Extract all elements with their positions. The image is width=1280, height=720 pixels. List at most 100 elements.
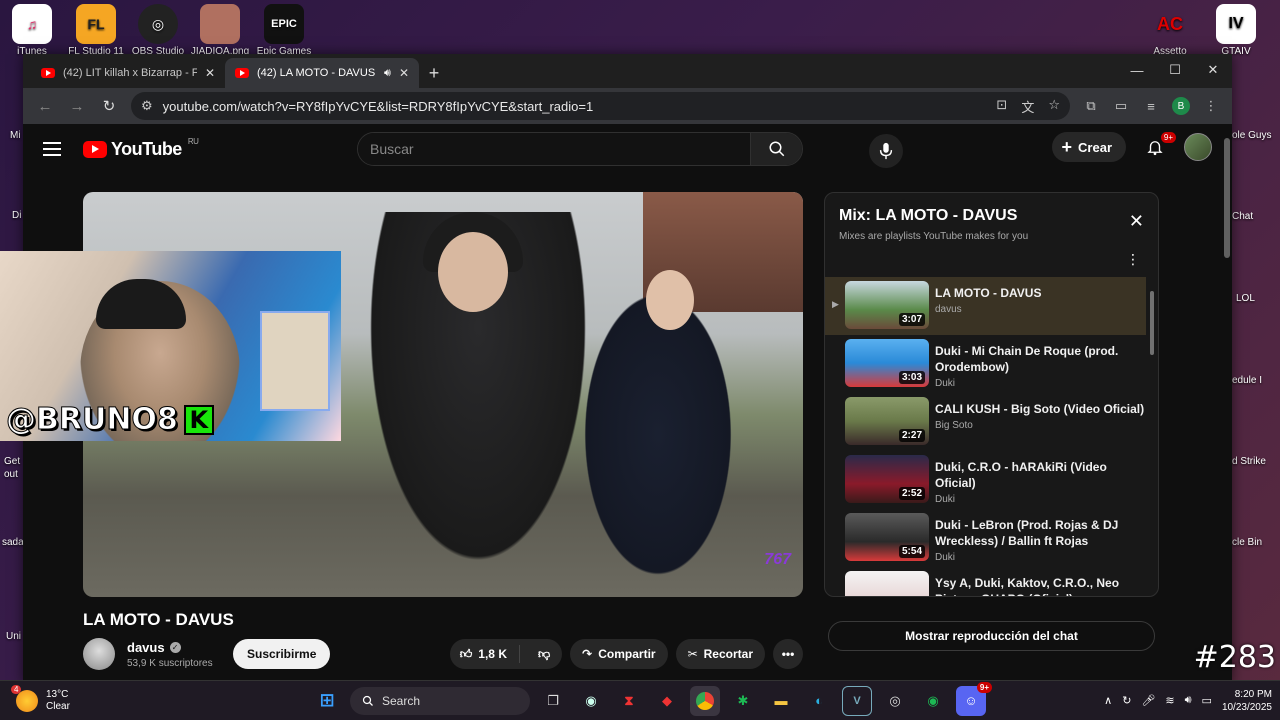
notifications-button[interactable]: 9+ — [1140, 132, 1176, 162]
url-text: youtube.com/watch?v=RY8fIpYvCYE&list=RDR… — [162, 98, 594, 114]
minimize-button[interactable]: — — [1118, 54, 1156, 86]
address-bar[interactable]: ⚙ youtube.com/watch?v=RY8fIpYvCYE&list=R… — [131, 92, 1070, 120]
stream-counter: #283 — [1193, 640, 1276, 675]
game-launcher-icon[interactable]: ⧗ — [614, 686, 644, 716]
vegas-icon[interactable]: V — [842, 685, 872, 716]
share-label: Compartir — [598, 647, 656, 661]
steam-icon[interactable]: ◉ — [576, 686, 606, 716]
site-info-icon[interactable]: ⚙ — [141, 98, 153, 114]
page-scrollbar[interactable] — [1224, 138, 1230, 258]
browser-tab-la-moto[interactable]: (42) LA MOTO - DAVUS - Yo 🔊︎ ✕ — [225, 58, 419, 88]
account-avatar[interactable] — [1184, 133, 1212, 161]
streamer-handle: @BRUNO8 — [6, 402, 179, 438]
extensions-icon[interactable]: ⧉ — [1078, 93, 1104, 119]
mix-header: Mix: LA MOTO - DAVUS Mixes are playlists… — [825, 193, 1158, 275]
youtube-header: YouTube RU + Crear 9+ — [23, 124, 1232, 174]
weather-alert-badge: 4 — [11, 684, 22, 694]
wifi-icon[interactable]: ≋ — [1165, 694, 1174, 707]
fl-studio-icon: FL — [76, 4, 116, 44]
mix-item[interactable]: 5:54 Duki - LeBron (Prod. Rojas & DJ Wre… — [825, 509, 1146, 567]
profile-avatar: B — [1172, 97, 1190, 115]
browser-menu-icon[interactable]: ⋮ — [1198, 93, 1224, 119]
mix-scrollbar-thumb[interactable] — [1150, 291, 1154, 355]
channel-avatar[interactable] — [83, 638, 115, 670]
browser-tab-lit-killah[interactable]: (42) LIT killah x Bizarrap - Flexin ✕ — [31, 58, 225, 88]
voice-search-button[interactable] — [869, 134, 903, 168]
discord-icon[interactable]: ☺ 9+ — [956, 681, 992, 716]
desktop-icon-itunes[interactable]: ♫ iTunes — [2, 4, 62, 57]
mix-item[interactable]: Ysy A, Duki, Kaktov, C.R.O., Neo Pistea … — [825, 567, 1146, 596]
mix-item[interactable]: ▶ 3:07 LA MOTO - DAVUS davus — [825, 277, 1146, 335]
back-button[interactable]: ← — [31, 92, 59, 120]
obs-taskbar-icon[interactable]: ◎ — [880, 686, 910, 716]
verified-check-icon: ✓ — [169, 641, 181, 653]
search-input[interactable] — [358, 133, 750, 165]
forward-button[interactable]: → — [63, 92, 91, 120]
translate-icon[interactable]: 文 — [1021, 97, 1034, 116]
close-window-button[interactable]: ✕ — [1194, 54, 1232, 86]
reload-button[interactable]: ↻ — [95, 92, 123, 120]
red-app-icon[interactable]: ◆ — [652, 686, 682, 716]
mix-item-title: CALI KUSH - Big Soto (Video Oficial) — [935, 402, 1145, 416]
region-code: RU — [187, 136, 199, 146]
channel-name[interactable]: davus — [127, 640, 165, 655]
sync-icon[interactable]: ↻ — [1122, 694, 1131, 707]
mix-item[interactable]: 3:03 Duki - Mi Chain De Roque (prod. Oro… — [825, 335, 1146, 393]
bookmark-star-icon[interactable]: ☆ — [1048, 97, 1060, 116]
spotify-icon[interactable]: ◉ — [918, 686, 948, 716]
close-tab-icon[interactable]: ✕ — [399, 66, 409, 80]
task-view-icon[interactable]: ❐ — [538, 686, 568, 716]
youtube-favicon-icon — [41, 68, 55, 78]
create-button[interactable]: + Crear — [1051, 132, 1126, 162]
chrome-icon[interactable] — [690, 685, 720, 716]
discord-badge: 9+ — [976, 681, 992, 693]
desktop-icon-image-file[interactable]: JIADIOA.png — [190, 4, 250, 57]
tray-overflow-icon[interactable]: ∧ — [1104, 694, 1112, 707]
search-button[interactable] — [750, 133, 802, 165]
profile-button[interactable]: B — [1168, 93, 1194, 119]
desktop-right-label: cle Bin — [1232, 537, 1263, 548]
clip-button[interactable]: ✂ Recortar — [675, 639, 765, 669]
close-mix-icon[interactable]: ✕ — [1129, 211, 1144, 232]
mix-item[interactable]: 2:27 CALI KUSH - Big Soto (Video Oficial… — [825, 393, 1146, 451]
install-app-icon[interactable]: ⊡ — [996, 97, 1007, 116]
search-icon — [362, 695, 373, 706]
desktop-left-label: Uni — [6, 631, 22, 642]
mix-item-title: LA MOTO - DAVUS — [935, 286, 1042, 300]
file-explorer-icon[interactable]: ▬ — [766, 686, 796, 716]
desktop-icon-obs[interactable]: ◎ OBS Studio — [128, 4, 188, 57]
show-chat-replay-button[interactable]: Mostrar reproducción del chat — [828, 621, 1155, 651]
mix-scrollbar[interactable] — [1150, 279, 1156, 591]
spotify-like-icon[interactable]: ✱ — [728, 686, 758, 716]
mix-options-icon[interactable]: ⋮ — [1126, 251, 1140, 268]
edge-icon[interactable]: ◐ — [804, 686, 834, 716]
weather-widget[interactable]: 4 13°C Clear — [0, 684, 200, 713]
subscribe-button[interactable]: Suscribirme — [233, 639, 331, 669]
desktop-left-label: Mi — [10, 130, 21, 141]
new-tab-button[interactable]: + — [419, 58, 449, 88]
speaker-icon[interactable]: 🔊︎ — [384, 67, 391, 80]
menu-hamburger-icon[interactable] — [43, 142, 61, 156]
close-tab-icon[interactable]: ✕ — [205, 66, 215, 80]
mix-item-title: Duki - LeBron (Prod. Rojas & DJ Wreckles… — [935, 518, 1119, 548]
media-controls-icon[interactable]: ≡ — [1138, 93, 1164, 119]
youtube-favicon-icon — [235, 68, 249, 78]
share-button[interactable]: ↷ Compartir — [570, 639, 668, 669]
duration-badge: 2:27 — [898, 429, 925, 442]
microphone-tray-icon[interactable]: 🎤︎ — [1141, 694, 1155, 707]
desktop-icon-fl-studio[interactable]: FL FL Studio 11 — [66, 4, 126, 57]
start-button[interactable]: ⊞ — [312, 686, 342, 716]
battery-icon[interactable]: ▭ — [1202, 694, 1212, 707]
more-actions-button[interactable]: ••• — [773, 639, 803, 669]
system-clock[interactable]: 8:20 PM 10/23/2025 — [1222, 688, 1272, 714]
youtube-logo[interactable]: YouTube RU — [83, 136, 199, 160]
like-button[interactable]: 👍︎ 1,8 K — [450, 645, 520, 663]
desktop-icon-gtaiv[interactable]: IV GTAIV — [1206, 4, 1266, 57]
mix-item[interactable]: 2:52 Duki, C.R.O - hARAkiRi (Video Ofici… — [825, 451, 1146, 509]
weather-condition: Clear — [46, 700, 70, 712]
volume-icon[interactable]: 🔊︎ — [1185, 694, 1192, 707]
taskbar-search[interactable]: Search — [350, 686, 530, 715]
dislike-button[interactable]: 👎︎ — [526, 647, 562, 662]
cast-icon[interactable]: ▭ — [1108, 93, 1134, 119]
maximize-button[interactable]: ☐ — [1156, 54, 1194, 86]
